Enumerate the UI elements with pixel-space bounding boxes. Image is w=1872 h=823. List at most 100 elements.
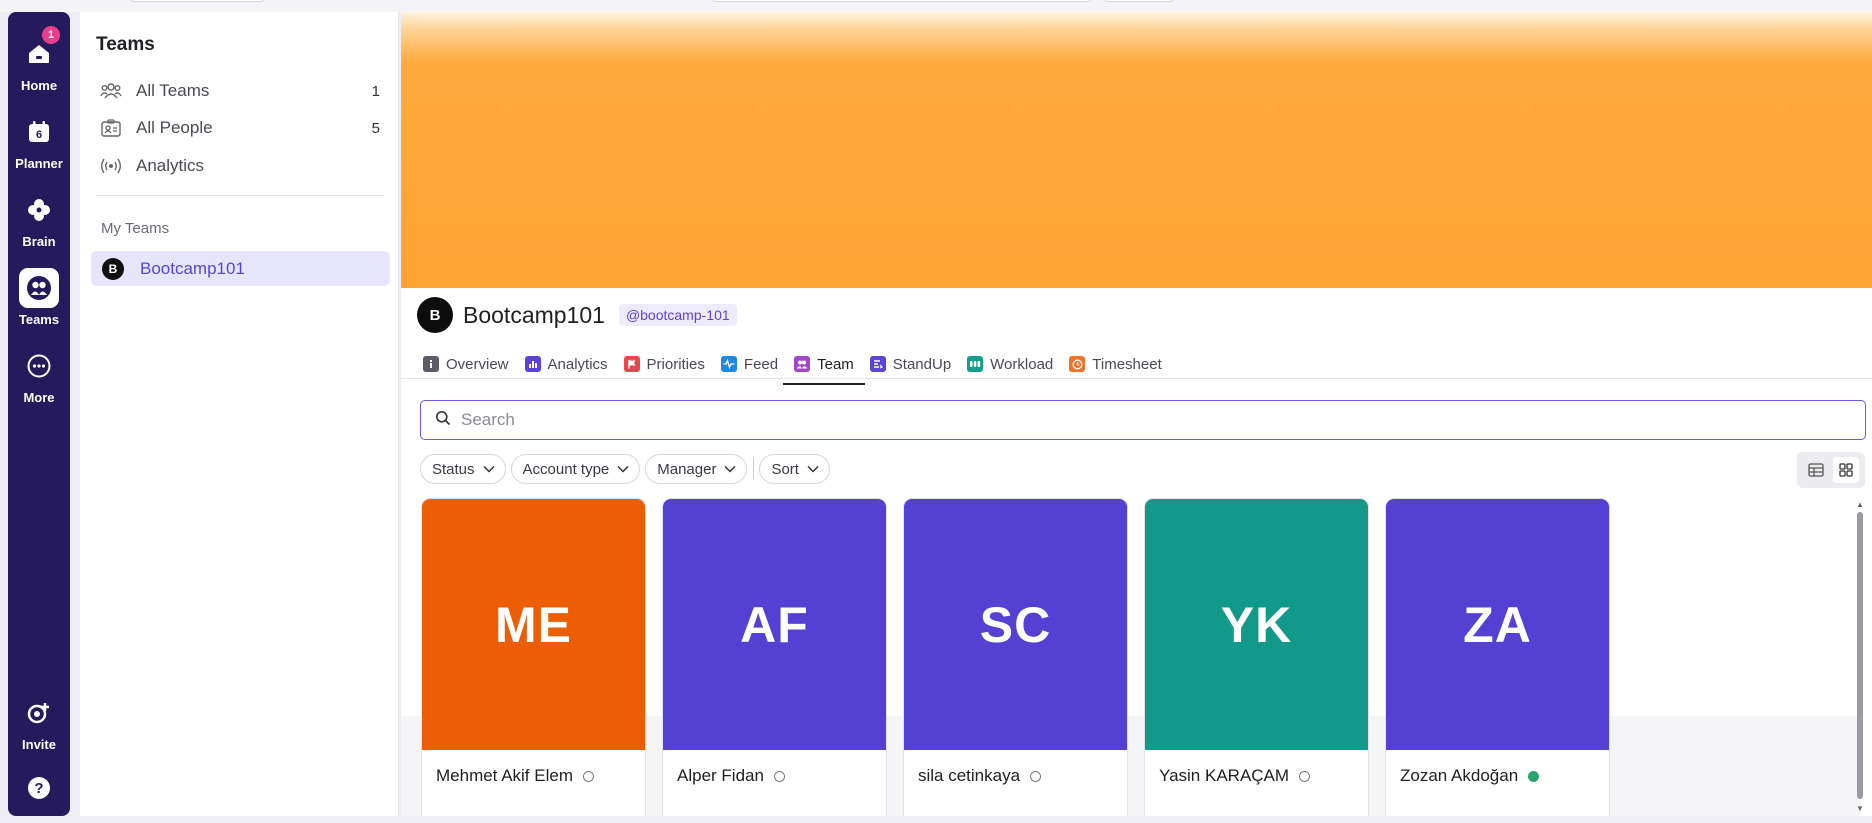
member-avatar-tile: ZA	[1386, 499, 1609, 750]
sidebar-item-count: 5	[371, 119, 380, 137]
sidebar-item-count: 1	[371, 82, 380, 100]
member-name-row: Yasin KARAÇAM	[1145, 750, 1368, 802]
member-name-row: Alper Fidan	[663, 750, 886, 802]
member-card[interactable]: ME Mehmet Akif Elem	[421, 498, 646, 816]
member-card[interactable]: AF Alper Fidan	[662, 498, 887, 816]
status-indicator	[1030, 770, 1042, 782]
svg-text:?: ?	[34, 780, 43, 797]
grid-view-button[interactable]	[1833, 457, 1859, 483]
bar-chart-icon	[524, 356, 541, 372]
tab-label: Priorities	[646, 355, 705, 373]
sidebar-divider	[96, 195, 384, 196]
member-avatar-tile: AF	[663, 499, 886, 750]
table-icon	[1808, 463, 1824, 477]
tabs-divider	[401, 378, 1872, 379]
pulse-icon	[720, 356, 737, 372]
member-cards: ME Mehmet Akif Elem AF Alper Fidan SC si…	[421, 498, 1626, 816]
scrollbar[interactable]: ▲ ▼	[1856, 501, 1864, 813]
help-icon: ?	[19, 768, 59, 808]
team-page: B Bootcamp101 @bootcamp-101 Overview Ana…	[401, 12, 1872, 816]
top-input-ghost	[712, 0, 1092, 2]
team-tabs: Overview Analytics Priorities Feed Team …	[423, 345, 1178, 385]
filter-status[interactable]: Status	[420, 454, 506, 484]
status-indicator	[583, 770, 594, 782]
invite-icon	[19, 693, 59, 733]
tab-label: Analytics	[547, 355, 608, 373]
id-card-icon	[100, 117, 122, 139]
brain-icon	[19, 190, 59, 230]
page-title: Bootcamp101	[463, 301, 605, 328]
rail-more[interactable]: More	[8, 346, 70, 405]
sidebar-item-bootcamp101[interactable]: B Bootcamp101	[91, 251, 390, 286]
team-avatar: B	[417, 297, 453, 333]
tab-label: Workload	[990, 355, 1054, 373]
rail-planner[interactable]: 6 Planner	[8, 112, 70, 171]
member-name: Zozan Akdoğan	[1400, 766, 1519, 785]
sidebar-item-label: All Teams	[136, 81, 210, 100]
filter-account-type[interactable]: Account type	[510, 454, 641, 484]
search-input[interactable]	[461, 410, 1841, 430]
member-card[interactable]: SC sila cetinkaya	[903, 498, 1128, 816]
filter-label: Manager	[657, 460, 717, 478]
rail-label: More	[23, 390, 55, 405]
tab-label: Feed	[743, 355, 779, 373]
rail-teams[interactable]: Teams	[8, 268, 70, 327]
member-name: Yasin KARAÇAM	[1159, 766, 1290, 785]
tab-label: Team	[817, 355, 854, 373]
rail-label: Home	[20, 78, 58, 93]
grid-icon	[1839, 463, 1853, 477]
rail-help[interactable]: ?	[8, 768, 70, 808]
team-header: B Bootcamp101 @bootcamp-101	[417, 297, 737, 333]
filter-manager[interactable]: Manager	[645, 454, 748, 484]
tab-label: StandUp	[892, 355, 952, 373]
notification-badge: 1	[42, 26, 60, 44]
status-indicator-online	[1528, 770, 1540, 782]
rail-label: Planner	[15, 156, 63, 171]
window-bottom-edge	[0, 816, 1872, 823]
broadcast-icon	[100, 155, 122, 177]
scrollbar-thumb[interactable]	[1857, 512, 1863, 799]
member-card[interactable]: ZA Zozan Akdoğan	[1385, 498, 1610, 816]
scroll-up-arrow[interactable]: ▲	[1856, 501, 1864, 509]
member-card[interactable]: YK Yasin KARAÇAM	[1144, 498, 1369, 816]
info-icon	[423, 356, 439, 372]
rail-label: Invite	[22, 737, 56, 752]
status-indicator	[773, 770, 785, 782]
calendar-icon: 6	[19, 112, 59, 152]
team-tab-icon	[794, 356, 811, 372]
member-name: Mehmet Akif Elem	[436, 766, 573, 785]
rail-home[interactable]: 1 Home	[8, 26, 70, 93]
tab-label: Timesheet	[1092, 355, 1162, 373]
member-name-row: sila cetinkaya	[904, 750, 1127, 802]
table-view-button[interactable]	[1803, 457, 1829, 483]
sidebar-item-label: All People	[136, 118, 213, 137]
rail-label: Brain	[22, 234, 56, 249]
sidebar-item-all-people[interactable]: All People 5	[100, 114, 380, 142]
scroll-down-arrow[interactable]: ▼	[1856, 805, 1864, 813]
more-icon	[19, 346, 59, 386]
chevron-down-icon	[483, 463, 495, 475]
standup-icon	[869, 356, 886, 372]
chevron-down-icon	[724, 463, 736, 475]
flag-icon	[623, 356, 640, 372]
chevron-down-icon	[617, 463, 629, 475]
member-name-row: Zozan Akdoğan	[1386, 750, 1609, 802]
top-input-ghost	[130, 0, 265, 2]
teams-icon	[19, 268, 59, 308]
rail-invite[interactable]: Invite	[8, 693, 70, 752]
rail-brain[interactable]: Brain	[8, 190, 70, 249]
sort-button[interactable]: Sort	[759, 454, 830, 484]
search-icon	[435, 410, 451, 431]
filter-separator	[753, 458, 755, 480]
member-search[interactable]	[420, 400, 1866, 440]
filter-label: Account type	[522, 460, 610, 478]
filter-label: Status	[432, 460, 475, 478]
member-avatar-tile: SC	[904, 499, 1127, 750]
sidebar-item-analytics[interactable]: Analytics	[100, 152, 380, 180]
clock-icon	[1069, 356, 1086, 372]
sidebar-team-name: Bootcamp101	[140, 258, 245, 278]
sidebar-title: Teams	[96, 34, 155, 55]
sidebar-item-all-teams[interactable]: All Teams 1	[100, 77, 380, 105]
app-rail: 1 Home 6 Planner Brain Teams More Invite…	[8, 12, 70, 816]
top-input-ghost	[1104, 0, 1174, 2]
